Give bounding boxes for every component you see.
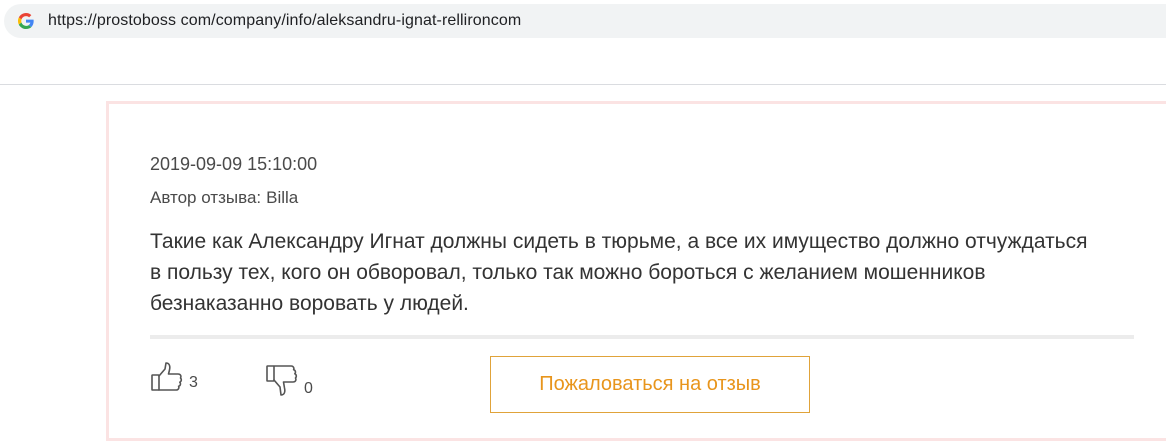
like-button[interactable]: 3 — [150, 360, 198, 394]
review-divider — [150, 335, 1134, 339]
thumbs-up-icon — [151, 362, 183, 391]
review-author-label: Автор отзыва: — [150, 188, 262, 207]
review-card: 2019-09-09 15:10:00 Автор отзыва: Billa Т… — [106, 101, 1166, 441]
review-text: Такие как Александру Игнат должны сидеть… — [150, 230, 1088, 315]
url-text[interactable]: https://prostoboss com/company/info/alek… — [48, 12, 521, 30]
google-g-icon — [18, 13, 34, 29]
header-divider — [0, 84, 1166, 85]
report-review-button[interactable]: Пожаловаться на отзыв — [490, 356, 810, 413]
review-author: Автор отзыва: Billa — [150, 188, 298, 208]
dislike-button[interactable]: 0 — [265, 360, 313, 400]
address-bar[interactable]: https://prostoboss com/company/info/alek… — [4, 4, 1166, 38]
review-author-name: Billa — [266, 188, 299, 207]
thumbs-down-icon — [266, 365, 298, 396]
like-count: 3 — [189, 374, 198, 391]
dislike-count: 0 — [304, 380, 313, 397]
review-date: 2019-09-09 15:10:00 — [150, 154, 318, 174]
